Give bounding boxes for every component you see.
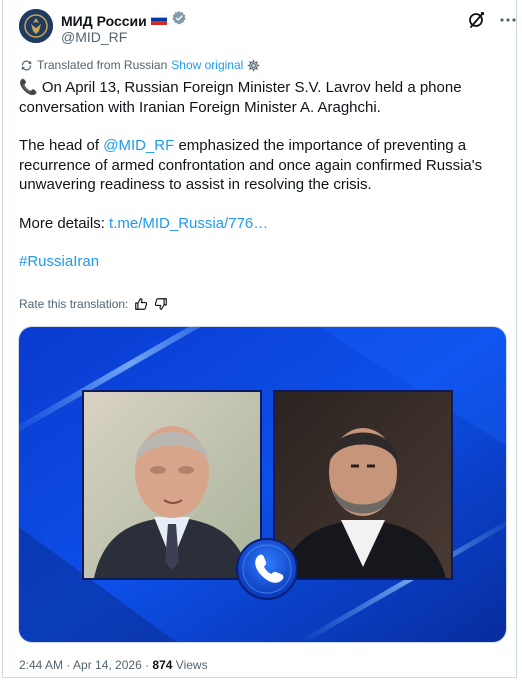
thumbs-down-icon[interactable] xyxy=(154,297,168,311)
grok-icon xyxy=(469,12,484,28)
phone-call-icon xyxy=(236,538,298,600)
tweet-meta: 2:44 AM · Apr 14, 2026 · 874 Views xyxy=(19,658,208,672)
tweet-p1: On April 13, Russian Foreign Minister S.… xyxy=(19,79,462,116)
hashtag-link[interactable]: #RussiaIran xyxy=(19,253,99,270)
more-details-label: More details: xyxy=(19,214,110,232)
tweet-paragraph-3: More details: t.me/MID_Russia/776… xyxy=(19,214,509,234)
author-name-row: МИД России xyxy=(61,10,187,31)
rate-translation-row: Rate this translation: xyxy=(19,297,168,311)
araghchi-portrait xyxy=(275,392,451,578)
verified-badge-icon xyxy=(171,10,187,31)
tweet-paragraph-1: 📞 On April 13, Russian Foreign Minister … xyxy=(19,78,509,117)
avatar[interactable] xyxy=(19,9,53,43)
tweet-card: МИД России @MID_RF Translated from Russi… xyxy=(2,0,517,678)
translated-label: Translated from Russian xyxy=(37,58,168,72)
rate-label: Rate this translation: xyxy=(19,297,129,311)
grok-button[interactable] xyxy=(467,10,487,30)
views-label: Views xyxy=(172,658,208,672)
author-name[interactable]: МИД России xyxy=(61,13,147,29)
settings-gear-icon[interactable] xyxy=(247,59,260,72)
tweet-paragraph-2: The head of @MID_RF emphasized the impor… xyxy=(19,136,509,195)
phone-emoji-icon: 📞 xyxy=(19,79,38,96)
more-options-button[interactable] xyxy=(498,10,518,30)
lavrov-portrait xyxy=(84,392,260,578)
russia-flag-icon xyxy=(150,12,167,30)
thumbs-up-icon[interactable] xyxy=(134,297,148,311)
show-original-link[interactable]: Show original xyxy=(171,58,243,72)
tweet-media-image[interactable] xyxy=(18,326,507,643)
more-dots-icon xyxy=(500,18,516,22)
mention-link[interactable]: @MID_RF xyxy=(103,137,174,154)
telegram-link[interactable]: t.me/MID_Russia/776… xyxy=(109,215,268,232)
tweet-p2-before: The head of xyxy=(19,137,104,154)
translate-icon xyxy=(21,60,32,70)
timestamp[interactable]: 2:44 AM · Apr 14, 2026 · xyxy=(19,658,152,672)
translation-notice: Translated from Russian Show original xyxy=(20,58,260,72)
tweet-text: 📞 On April 13, Russian Foreign Minister … xyxy=(19,78,509,272)
views-count: 874 xyxy=(152,658,173,672)
tweet-paragraph-4: #RussiaIran xyxy=(19,252,509,272)
author-handle[interactable]: @MID_RF xyxy=(61,29,127,45)
